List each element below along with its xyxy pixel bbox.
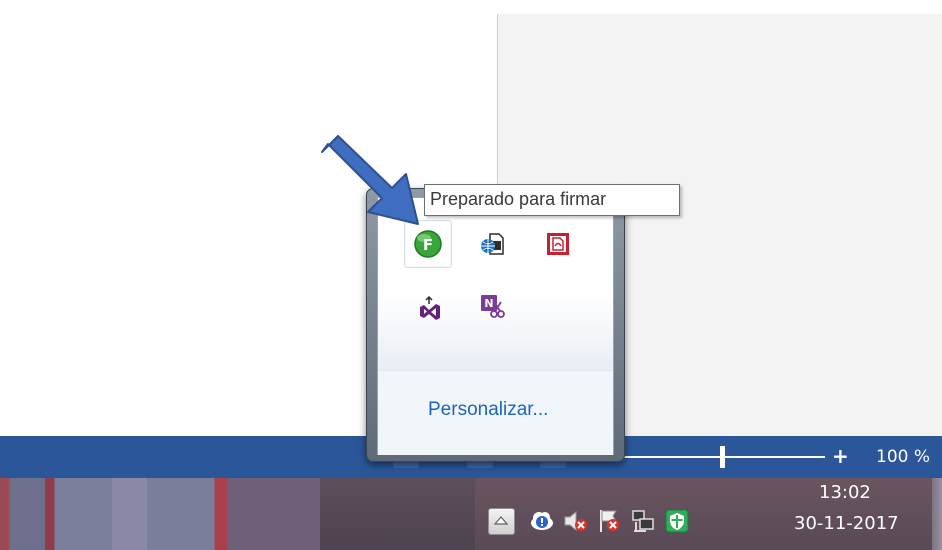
globe-document-icon[interactable] [474,226,508,260]
network-icon[interactable] [630,508,654,534]
pdf-document-icon[interactable] [540,226,574,260]
customize-link[interactable]: Personalizar... [428,397,548,423]
clock-date: 30-11-2017 [794,513,899,534]
taskbar-app-button[interactable] [0,478,320,550]
zoom-in-button[interactable]: + [832,443,849,469]
taskbar-app-button[interactable] [320,478,475,550]
svg-text:N: N [484,297,493,310]
taskbar-clock[interactable]: 13:02 30-11-2017 [786,478,926,550]
flyout-panel: F N Personalizar... [377,197,614,455]
svg-text:F: F [423,236,433,254]
flyout-footer: Personalizar... [378,370,613,455]
annotation-arrow-icon [321,135,419,225]
onenote-clipper-icon[interactable]: N [474,288,508,322]
clock-time: 13:02 [819,482,871,503]
tooltip-text: Preparado para firmar [430,189,607,209]
security-shield-icon[interactable] [664,508,689,534]
chevron-up-icon [494,516,508,525]
speaker-muted-icon[interactable] [563,508,587,534]
show-desktop-button[interactable] [932,478,942,550]
taskbar: 13:02 30-11-2017 [0,478,942,550]
action-center-flag-error-icon[interactable] [596,508,620,534]
visual-studio-icon[interactable] [412,290,446,324]
show-hidden-icons-button[interactable] [488,508,515,535]
tooltip: Preparado para firmar [424,184,680,216]
zoom-slider-thumb[interactable] [720,446,725,468]
cloud-sync-alert-icon[interactable] [529,508,553,534]
zoom-level[interactable]: 100 % [876,445,930,469]
